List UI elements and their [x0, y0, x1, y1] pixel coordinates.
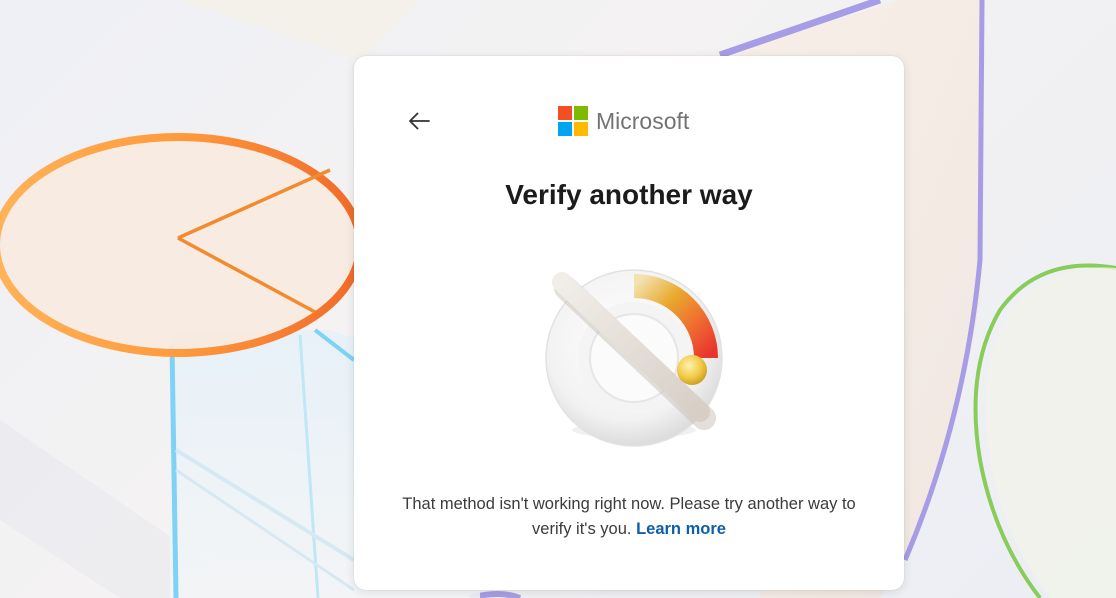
page-title: Verify another way [505, 179, 753, 210]
arrow-left-icon [409, 112, 430, 130]
message: That method isn't working right now. Ple… [394, 492, 864, 542]
message-text: That method isn't working right now. Ple… [402, 495, 856, 538]
logo-square-blue [558, 122, 572, 136]
brand-name: Microsoft [596, 107, 690, 134]
logo-square-red [558, 106, 572, 120]
gauge-meter-icon [545, 269, 723, 447]
learn-more-link[interactable]: Learn more [636, 520, 726, 538]
verification-card: Microsoft Verify another way That method… [354, 56, 904, 590]
logo-square-green [574, 106, 588, 120]
microsoft-logo-icon [558, 106, 588, 136]
back-button[interactable] [400, 102, 438, 140]
logo-square-yellow [574, 122, 588, 136]
microsoft-brand: Microsoft [558, 106, 689, 136]
